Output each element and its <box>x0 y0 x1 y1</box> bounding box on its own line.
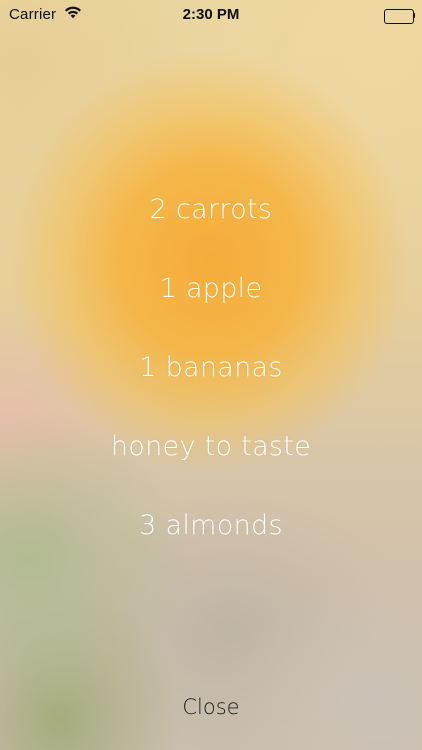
ingredient-item: 1 apple <box>159 273 263 304</box>
battery-shell <box>384 9 414 24</box>
ingredient-item: honey to taste <box>110 431 312 462</box>
status-time: 2:30 PM <box>182 6 240 23</box>
ingredient-item: 3 almonds <box>139 510 283 541</box>
status-bar: Carrier 2:30 PM <box>0 0 422 30</box>
close-button[interactable]: Close <box>161 690 261 724</box>
battery-icon <box>384 9 415 24</box>
ingredient-item: 2 carrots <box>149 194 273 225</box>
ingredient-item: 1 bananas <box>139 352 283 383</box>
battery-tip <box>413 13 415 18</box>
